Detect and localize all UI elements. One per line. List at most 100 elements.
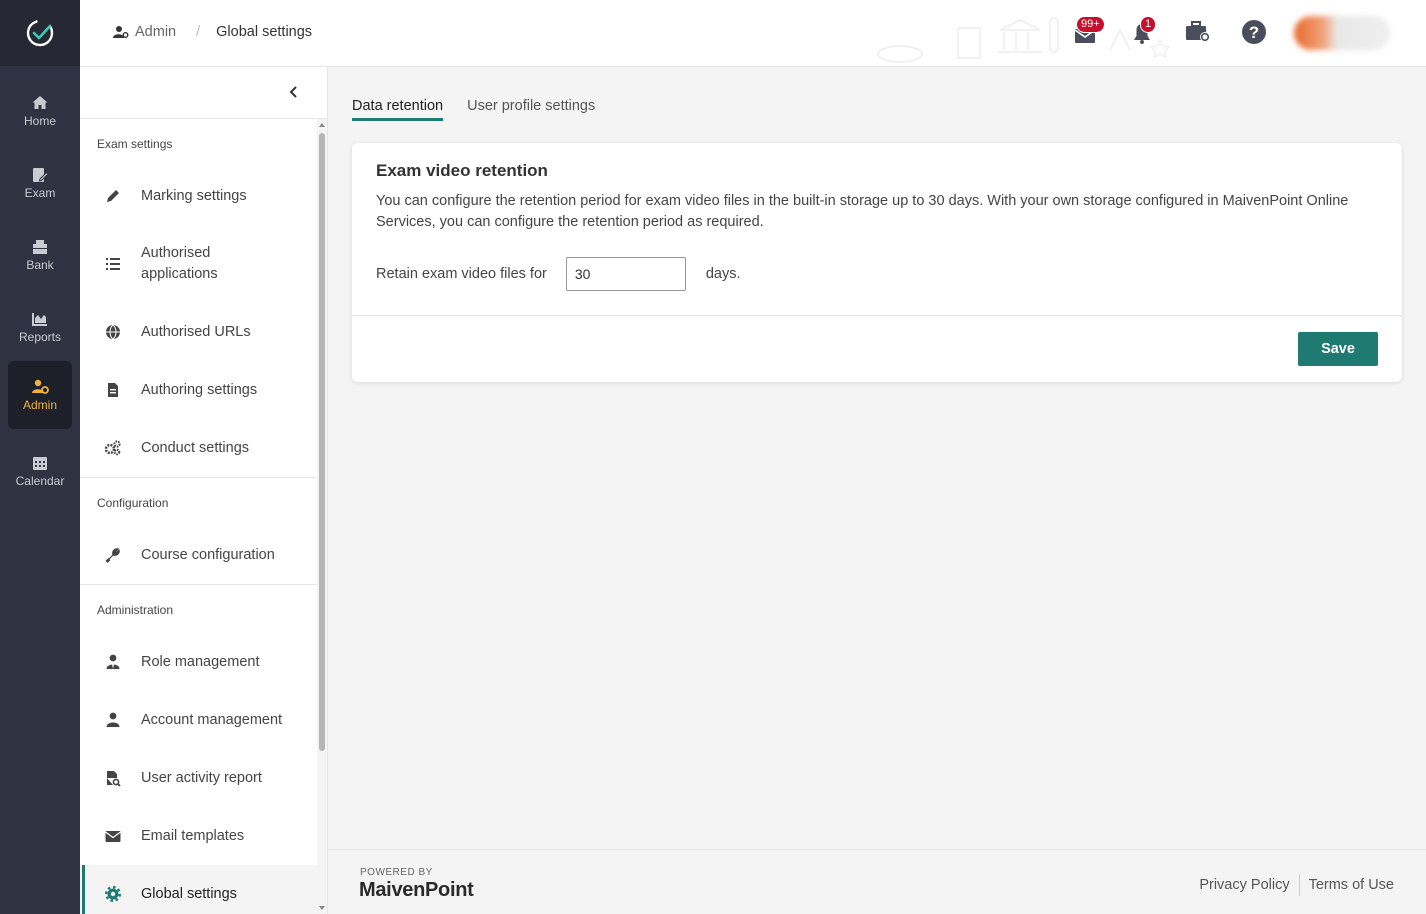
document-icon <box>108 383 118 397</box>
sidebar-item-course-configuration[interactable]: Course configuration <box>80 526 317 584</box>
exam-video-retention-card: Exam video retention You can configure t… <box>352 143 1402 382</box>
sidebar-item-user-activity-report[interactable]: User activity report <box>80 749 317 807</box>
sidebar-item-label: Account management <box>141 711 283 728</box>
retain-days-suffix: days. <box>705 266 741 282</box>
breadcrumb-admin[interactable]: Admin <box>113 24 176 40</box>
chevron-left-icon <box>289 86 297 98</box>
user-icon <box>106 712 120 727</box>
help-button[interactable]: ? <box>1240 18 1268 46</box>
app-rail: Home Exam Bank Reports Admin Calendar <box>0 0 80 914</box>
card-description: You can configure the retention period f… <box>376 193 1349 230</box>
sidebar-item-label: Marking settings <box>141 187 247 204</box>
privacy-policy-link[interactable]: Privacy Policy <box>1199 877 1289 893</box>
wrench-icon <box>105 548 120 563</box>
user-tie-icon <box>106 654 120 669</box>
sidebar-item-authoring-settings[interactable]: Authoring settings <box>80 361 317 419</box>
bank-icon <box>33 240 47 254</box>
cogs-icon <box>104 440 121 456</box>
help-icon: ? <box>1242 20 1266 44</box>
settings-tabs: Data retention User profile settings <box>352 98 595 121</box>
sidebar-item-label: Course configuration <box>141 546 275 563</box>
collapse-sidebar-button[interactable] <box>287 85 301 99</box>
sidebar-item-authorised-applications[interactable]: Authorised applications <box>80 225 317 303</box>
toolbox-icon <box>1186 21 1210 42</box>
terms-of-use-link[interactable]: Terms of Use <box>1309 877 1394 893</box>
breadcrumb: Admin / Global settings <box>113 24 312 40</box>
calendar-icon <box>33 457 47 470</box>
reports-icon <box>32 313 47 326</box>
scroll-up-arrow-icon[interactable] <box>319 123 325 127</box>
sidebar-item-label: Authorised URLs <box>141 323 251 340</box>
sidebar-item-email-templates[interactable]: Email templates <box>80 807 317 865</box>
rail-item-label: Calendar <box>15 474 65 488</box>
gear-icon <box>104 885 122 903</box>
scrollbar-thumb[interactable] <box>319 133 325 751</box>
messages-button[interactable]: 99+ <box>1072 16 1105 46</box>
rail-item-bank[interactable]: Bank <box>8 221 72 289</box>
sidebar-item-label: Authorised applications <box>141 245 218 282</box>
sidebar-item-authorised-urls[interactable]: Authorised URLs <box>80 303 317 361</box>
sidebar-item-label: Conduct settings <box>141 439 250 456</box>
tab-data-retention[interactable]: Data retention <box>352 98 444 121</box>
breadcrumb-current: Global settings <box>216 24 313 40</box>
footer-links: Privacy Policy Terms of Use <box>1199 874 1394 896</box>
rail-item-label: Admin <box>22 398 57 412</box>
sidebar-item-label: User activity report <box>141 769 262 786</box>
brand-logo: MaivenPoint <box>359 879 474 901</box>
footer-link-divider <box>1298 874 1300 896</box>
card-title: Exam video retention <box>376 161 548 180</box>
sidebar-item-conduct-settings[interactable]: Conduct settings <box>80 419 317 477</box>
list-icon <box>106 258 120 270</box>
rail-item-admin[interactable]: Admin <box>8 361 72 429</box>
toolbox-button[interactable] <box>1184 18 1212 46</box>
pencil-icon <box>107 190 119 202</box>
messages-badge: 99+ <box>1076 16 1105 33</box>
sidebar-item-marking-settings[interactable]: Marking settings <box>80 167 317 225</box>
scroll-down-arrow-icon[interactable] <box>319 906 325 910</box>
rail-item-label: Reports <box>18 330 62 344</box>
notifications-badge: 1 <box>1140 16 1157 33</box>
retain-label: Retain exam video files for <box>376 266 547 282</box>
sidebar-item-label: Authoring settings <box>141 381 258 398</box>
home-icon <box>32 96 48 109</box>
notifications-button[interactable]: 1 <box>1128 16 1157 46</box>
retain-days-row: Retain exam video files for days. <box>376 257 741 291</box>
rail-item-label: Exam <box>24 186 56 200</box>
admin-icon <box>32 379 49 394</box>
rail-item-label: Home <box>23 114 56 128</box>
sidebar-item-role-management[interactable]: Role management <box>80 633 317 691</box>
page-footer: POWERED BY MaivenPoint Privacy Policy Te… <box>328 849 1426 914</box>
sidebar-item-label: Global settings <box>141 885 237 902</box>
sidebar-item-account-management[interactable]: Account management <box>80 691 317 749</box>
sidebar-collapse-bar <box>80 67 327 119</box>
card-divider <box>352 315 1402 316</box>
breadcrumb-parent-label: Admin <box>135 24 177 40</box>
user-avatar[interactable] <box>1294 16 1390 50</box>
logo-check-icon <box>26 19 54 47</box>
exam-icon <box>33 168 49 182</box>
tab-user-profile-settings[interactable]: User profile settings <box>467 98 595 121</box>
breadcrumb-separator: / <box>196 24 201 40</box>
top-header: Admin / Global settings 99+ 1 ? <box>80 0 1426 67</box>
sidebar-item-global-settings[interactable]: Global settings <box>80 865 317 914</box>
globe-icon <box>106 324 120 340</box>
sidebar-group-title-configuration: Configuration <box>97 496 169 510</box>
rail-item-calendar[interactable]: Calendar <box>8 437 72 505</box>
save-button[interactable]: Save <box>1298 332 1378 366</box>
powered-by-label: POWERED BY <box>360 867 433 878</box>
sidebar-scrollbar[interactable] <box>317 119 327 914</box>
retain-days-input[interactable] <box>565 257 686 291</box>
admin-user-icon <box>113 26 129 38</box>
sidebar-group-title-administration: Administration <box>97 603 174 617</box>
rail-item-home[interactable]: Home <box>8 77 72 145</box>
file-search-icon <box>107 771 121 787</box>
app-logo[interactable] <box>0 0 80 66</box>
sidebar-item-label: Role management <box>141 653 260 670</box>
rail-item-label: Bank <box>26 258 54 272</box>
svg-text:?: ? <box>1249 23 1259 42</box>
rail-item-reports[interactable]: Reports <box>8 293 72 361</box>
rail-item-exam[interactable]: Exam <box>8 149 72 217</box>
sidebar-item-label: Email templates <box>141 827 245 844</box>
envelope-icon <box>105 831 121 842</box>
settings-sidebar: Exam settings Marking settings Authorise… <box>80 67 328 914</box>
